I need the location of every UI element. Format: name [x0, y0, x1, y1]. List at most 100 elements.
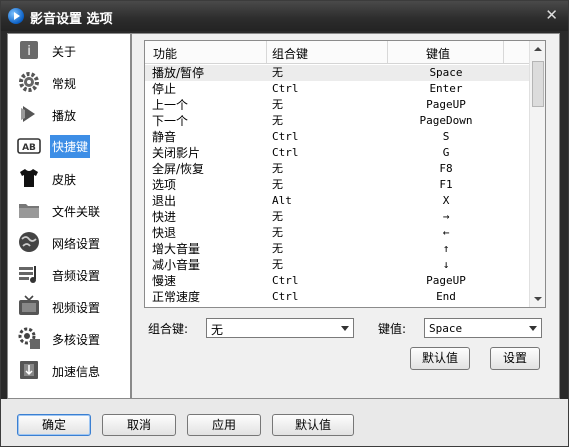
cell-combo: 无 — [272, 210, 283, 223]
sidebar-item-label: 播放 — [52, 109, 77, 123]
sidebar-item-label: 关于 — [52, 45, 77, 59]
scroll-down-icon[interactable] — [534, 297, 542, 301]
scroll-thumb[interactable] — [532, 61, 544, 107]
cell-key: PageUP — [426, 98, 466, 111]
header-key[interactable]: 键值 — [426, 45, 450, 62]
table-row[interactable]: 选项 无 F1 — [145, 177, 529, 193]
combo-key-label: 组合键: — [148, 322, 189, 336]
scroll-up-icon[interactable] — [534, 47, 542, 51]
tv-icon — [19, 295, 39, 315]
sidebar-item-multicore[interactable]: 多核设置 — [8, 322, 130, 354]
cell-combo: Ctrl — [272, 290, 299, 303]
cell-function: 减小音量 — [152, 258, 201, 272]
key-value-select[interactable]: Space — [424, 318, 542, 338]
sidebar-item-skin[interactable]: 皮肤 — [8, 162, 130, 194]
gear-icon — [19, 72, 39, 92]
cell-function: 快退 — [152, 226, 177, 240]
table-row[interactable]: 正常速度 Ctrl End — [145, 289, 529, 305]
sidebar-item-general[interactable]: 常规 — [8, 66, 130, 98]
close-icon[interactable]: ✕ — [545, 7, 558, 23]
accelerate-icon — [20, 361, 38, 379]
cell-combo: Ctrl — [272, 82, 299, 95]
sidebar-item-network[interactable]: 网络设置 — [8, 226, 130, 258]
sidebar-item-video[interactable]: 视频设置 — [8, 290, 130, 322]
table-row[interactable]: 快退 无 ← — [145, 225, 529, 241]
cell-key: ← — [442, 226, 450, 239]
audio-icon — [19, 266, 36, 283]
cell-key: ↑ — [442, 242, 450, 255]
chevron-down-icon[interactable] — [341, 326, 349, 331]
key-value-value: Space — [429, 322, 463, 335]
table-row[interactable]: 静音 Ctrl S — [145, 129, 529, 145]
sidebar-item-label: 网络设置 — [52, 237, 101, 251]
combo-key-select[interactable]: 无 — [206, 318, 354, 338]
table-row[interactable]: 退出 Alt X — [145, 193, 529, 209]
table-row[interactable]: 快进 无 → — [145, 209, 529, 225]
cell-combo: Ctrl — [272, 146, 299, 159]
table-row[interactable]: 减小音量 无 ↓ — [145, 257, 529, 273]
table-body: 播放/暂停无 Space 停止 Ctrl Enter 上一个无 PageUP 下一个无 P… — [145, 65, 529, 305]
cell-key: G — [442, 146, 450, 159]
cell-key: PageUP — [426, 274, 466, 287]
column-divider[interactable] — [503, 41, 504, 63]
cell-function: 慢速 — [152, 274, 177, 288]
sidebar-item-playback[interactable]: 播放 — [8, 98, 130, 130]
cell-key: Enter — [429, 82, 463, 95]
cell-function: 增大音量 — [152, 242, 201, 256]
window-title: 影音设置 选项 — [30, 12, 113, 27]
header-combo[interactable]: 组合键 — [272, 45, 308, 62]
sidebar-item-file-association[interactable]: 文件关联 — [8, 194, 130, 226]
sidebar-item-audio[interactable]: 音频设置 — [8, 258, 130, 290]
header-function[interactable]: 功能 — [153, 45, 177, 62]
table-row[interactable]: 关闭影片 Ctrl G — [145, 145, 529, 161]
folder-icon — [19, 204, 39, 218]
table-row[interactable]: 全屏/恢复 无 F8 — [145, 161, 529, 177]
title-bar[interactable]: 影音设置 选项 ✕ — [1, 1, 568, 31]
set-button[interactable]: 设置 — [490, 347, 540, 370]
table-row[interactable]: 上一个 无 PageUP — [145, 97, 529, 113]
table-row[interactable]: 增大音量 无 ↑ — [145, 241, 529, 257]
table-scrollbar[interactable] — [529, 41, 545, 307]
cell-combo: 无 — [272, 114, 283, 127]
table-row[interactable]: 停止 Ctrl Enter — [145, 81, 529, 97]
sidebar-item-acceleration[interactable]: 加速信息 — [8, 354, 130, 386]
key-value-label: 键值: — [378, 322, 407, 336]
table-row[interactable]: 慢速 Ctrl PageUP — [145, 273, 529, 289]
apply-button[interactable]: 应用 — [187, 414, 261, 436]
cell-combo: 无 — [272, 66, 283, 79]
column-divider[interactable] — [387, 41, 388, 63]
sidebar-item-label: 文件关联 — [52, 205, 101, 219]
cell-function: 下一个 — [152, 114, 189, 128]
sidebar-item-label: 加速信息 — [52, 365, 101, 379]
sidebar-item-shortcuts[interactable]: AB 快捷键 — [8, 130, 130, 162]
cancel-button[interactable]: 取消 — [102, 414, 176, 436]
cell-function: 正常速度 — [152, 290, 201, 304]
cell-combo: Alt — [272, 194, 292, 207]
ok-button[interactable]: 确定 — [17, 414, 91, 436]
cell-key: → — [442, 210, 450, 223]
multicore-icon — [18, 327, 40, 349]
cell-combo: 无 — [272, 98, 283, 111]
cell-combo: 无 — [272, 242, 283, 255]
cell-key: End — [436, 290, 456, 303]
table-row[interactable]: 播放/暂停 无 Space — [145, 65, 529, 81]
cell-combo: 无 — [272, 226, 283, 239]
table-row[interactable]: 下一个 无 PageDown — [145, 113, 529, 129]
network-icon — [19, 232, 39, 252]
play-icon — [21, 106, 35, 122]
sidebar-item-label: 视频设置 — [52, 301, 101, 315]
cell-function: 全屏/恢复 — [152, 162, 205, 176]
shortcut-table[interactable]: 功能 组合键 键值 播放/暂停无 Space 停止 Ctrl Enter 上一个无 Pa… — [144, 40, 546, 308]
default-button[interactable]: 默认值 — [272, 414, 354, 436]
chevron-down-icon[interactable] — [529, 326, 537, 331]
svg-text:i: i — [27, 44, 31, 59]
column-divider[interactable] — [266, 41, 267, 63]
combo-key-value: 无 — [211, 323, 224, 337]
cell-combo: 无 — [272, 162, 283, 175]
sidebar-item-label: 快捷键 — [50, 135, 91, 158]
cell-key: ↓ — [442, 258, 450, 271]
sidebar-item-about[interactable]: i 关于 — [8, 34, 130, 66]
table-default-button[interactable]: 默认值 — [410, 347, 470, 370]
cell-key: S — [442, 130, 450, 143]
cell-function: 选项 — [152, 178, 177, 192]
